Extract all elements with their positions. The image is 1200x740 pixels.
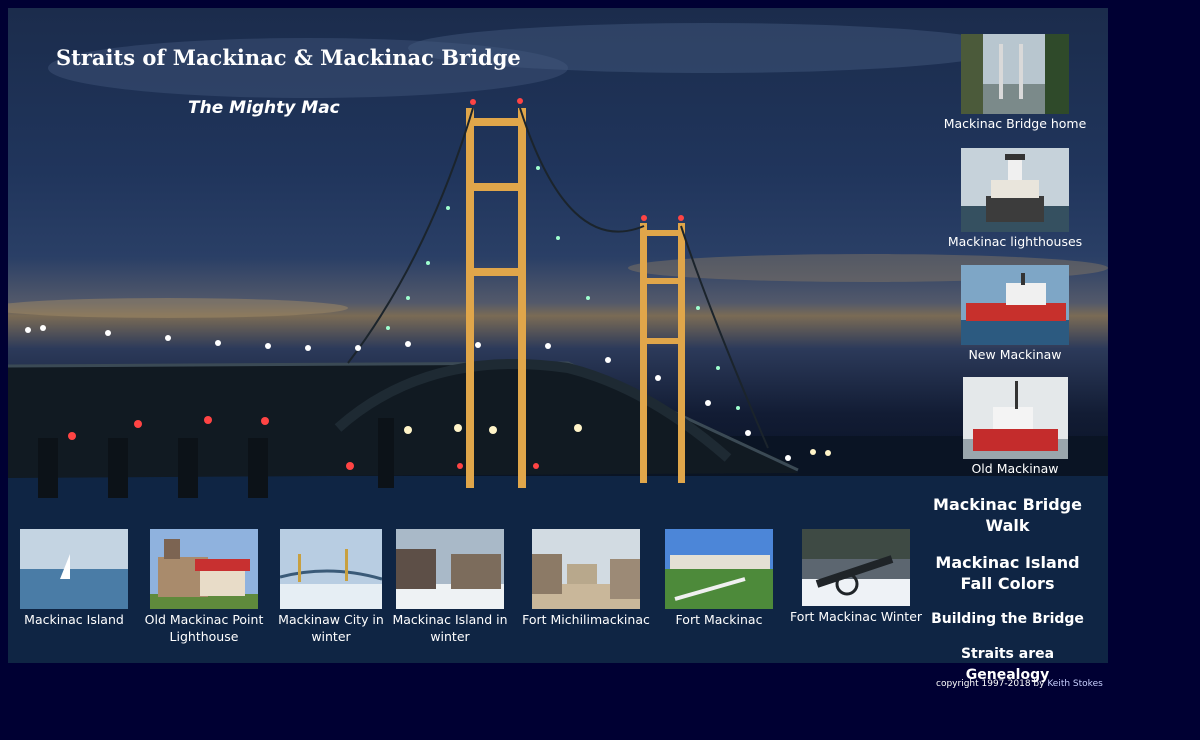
old-icebreaker-photo-icon [962, 377, 1068, 459]
fort-michilimackinac-photo-icon [532, 529, 640, 609]
sailboat-photo-icon [20, 529, 128, 609]
author-link[interactable]: Keith Stokes [1047, 679, 1102, 689]
nav-label: Mackinac Island [24, 612, 124, 627]
nav-bridge-walk-link[interactable]: Mackinac Bridge Walk [920, 494, 1095, 536]
nav-label: New Mackinaw [968, 347, 1062, 362]
fort-mackinac-photo-icon [665, 529, 773, 609]
page-subtitle: The Mighty Mac [188, 98, 340, 118]
nav-mackinaw-city-winter[interactable]: Mackinaw City in winter [277, 529, 385, 645]
copyright-notice: copyright 1997-2018 by Keith Stokes [936, 679, 1103, 689]
point-lighthouse-photo-icon [150, 529, 258, 609]
icebreaker-photo-icon [961, 265, 1069, 345]
nav-mackinac-lighthouses[interactable]: Mackinac lighthouses [935, 148, 1095, 249]
nav-label: Mackinac Bridge home [943, 116, 1087, 131]
nav-fort-mackinac-winter[interactable]: Fort Mackinac Winter [786, 529, 926, 625]
nav-label: Old Mackinac Point Lighthouse [144, 612, 264, 644]
nav-mackinac-island-winter[interactable]: Mackinac Island in winter [392, 529, 508, 645]
winter-bridge-photo-icon [280, 529, 382, 609]
nav-label: Mackinaw City in winter [278, 612, 384, 644]
nav-old-mackinac-point-lighthouse[interactable]: Old Mackinac Point Lighthouse [139, 529, 269, 645]
nav-label: Mackinac Island in winter [392, 612, 508, 644]
nav-new-mackinaw[interactable]: New Mackinaw [935, 265, 1095, 362]
nav-label: Fort Mackinac Winter [789, 609, 923, 624]
nav-fall-colors-link[interactable]: Mackinac Island Fall Colors [920, 552, 1095, 594]
page-title: Straits of Mackinac & Mackinac Bridge [56, 45, 521, 70]
lighthouse-photo-icon [961, 148, 1069, 232]
nav-fort-michilimackinac[interactable]: Fort Michilimackinac [515, 529, 657, 628]
nav-building-bridge-link[interactable]: Building the Bridge [920, 609, 1095, 630]
cannon-photo-icon [802, 529, 910, 606]
nav-fort-mackinac[interactable]: Fort Mackinac [662, 529, 776, 628]
nav-label: Fort Mackinac [675, 612, 763, 627]
bridge-photo-icon [961, 34, 1069, 114]
winter-street-photo-icon [396, 529, 504, 609]
nav-label: Mackinac lighthouses [947, 234, 1083, 249]
nav-mackinac-bridge-home[interactable]: Mackinac Bridge home [935, 34, 1095, 131]
copyright-text: copyright 1997-2018 by [936, 679, 1045, 689]
nav-label: Fort Michilimackinac [522, 612, 650, 627]
nav-old-mackinaw[interactable]: Old Mackinaw [935, 377, 1095, 476]
nav-mackinac-island[interactable]: Mackinac Island [14, 529, 134, 628]
nav-label: Old Mackinaw [971, 461, 1059, 476]
